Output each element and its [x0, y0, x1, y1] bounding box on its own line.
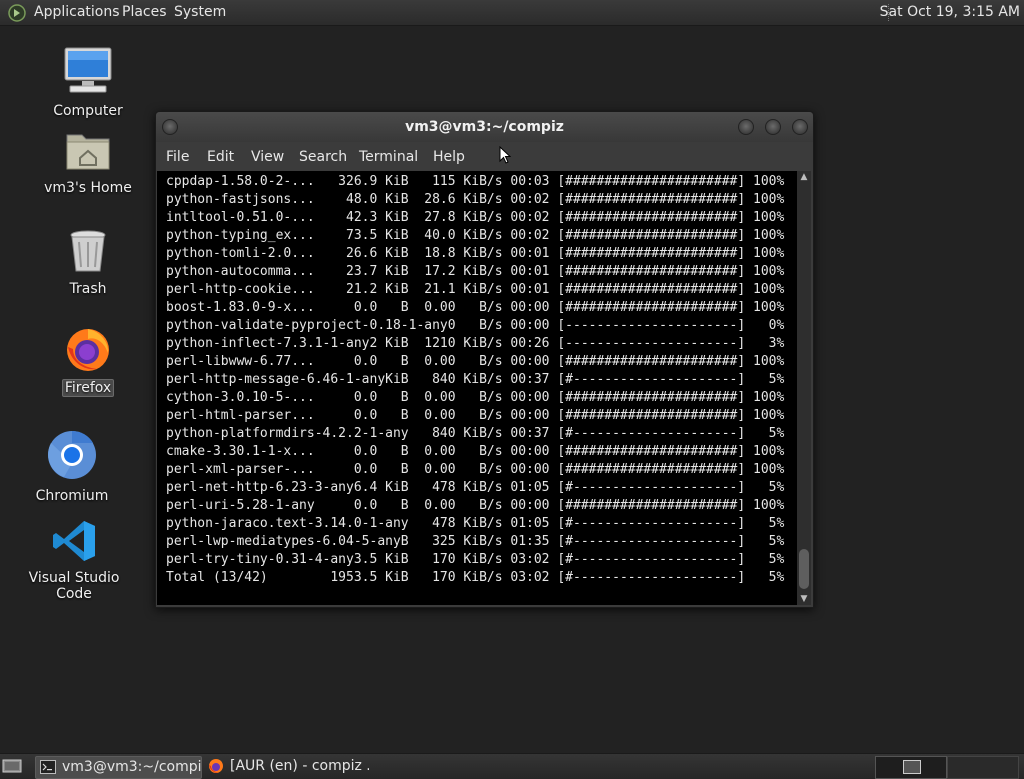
terminal-icon — [40, 760, 56, 774]
terminal-line: perl-try-tiny-0.31-4-any3.5 KiB 170 KiB/… — [166, 552, 785, 567]
terminal-line: python-validate-pyproject-0.18-1-any0 B/… — [166, 318, 785, 333]
terminal-line: boost-1.83.0-9-x... 0.0 B 0.00 B/s 00:00… — [166, 300, 785, 315]
close-button[interactable] — [792, 119, 808, 135]
applications-menu[interactable]: Applications — [34, 0, 120, 25]
distro-logo-icon[interactable] — [8, 4, 26, 22]
places-menu[interactable]: Places — [122, 0, 167, 25]
menu-help[interactable]: Help — [433, 142, 465, 172]
terminal-line: perl-net-http-6.23-3-any6.4 KiB 478 KiB/… — [166, 480, 785, 495]
workspace-switcher-1[interactable] — [875, 756, 947, 779]
desktop-icon-home[interactable]: vm3's Home — [33, 127, 143, 196]
terminal-line: perl-http-cookie... 21.2 KiB 21.1 KiB/s … — [166, 282, 785, 297]
terminal-output[interactable]: cppdap-1.58.0-2-... 326.9 KiB 115 KiB/s … — [157, 171, 797, 605]
terminal-line: python-platformdirs-4.2.2-1-any 840 KiB/… — [166, 426, 785, 441]
taskbar-item-firefox[interactable]: [AUR (en) - compiz ... — [204, 756, 369, 777]
taskbar-item-label: vm3@vm3:~/compiz — [62, 759, 202, 775]
window-titlebar[interactable]: vm3@vm3:~/compiz — [156, 112, 813, 142]
window-title: vm3@vm3:~/compiz — [405, 119, 564, 135]
chromium-icon — [48, 430, 96, 479]
desktop-icon-label: Firefox — [61, 379, 115, 397]
desktop-icon-computer[interactable]: Computer — [33, 44, 143, 119]
terminal-text: cppdap-1.58.0-2-... 326.9 KiB 115 KiB/s … — [166, 173, 784, 587]
terminal-line: perl-libwww-6.77... 0.0 B 0.00 B/s 00:00… — [166, 354, 785, 369]
terminal-line: perl-xml-parser-... 0.0 B 0.00 B/s 00:00… — [166, 462, 785, 477]
desktop-icon-label: Visual Studio Code — [28, 570, 120, 602]
terminal-line: perl-lwp-mediatypes-6.04-5-anyB 325 KiB/… — [166, 534, 785, 549]
desktop-icon-firefox[interactable]: Firefox — [33, 325, 143, 397]
desktop-icon-label: Computer — [53, 103, 123, 119]
clock[interactable]: Sat Oct 19, 3:15 AM — [880, 0, 1020, 25]
taskbar-item-terminal[interactable]: vm3@vm3:~/compiz — [35, 756, 202, 779]
desktop-icon-label: Trash — [69, 281, 107, 297]
terminal-line: cmake-3.30.1-1-x... 0.0 B 0.00 B/s 00:00… — [166, 444, 785, 459]
firefox-icon — [209, 759, 223, 773]
terminal-line: intltool-0.51.0-... 42.3 KiB 27.8 KiB/s … — [166, 210, 785, 225]
terminal-line: python-inflect-7.3.1-1-any2 KiB 1210 KiB… — [166, 336, 785, 351]
desktop-icon-label: vm3's Home — [44, 180, 132, 196]
trash-icon — [70, 230, 106, 272]
terminal-line: cppdap-1.58.0-2-... 326.9 KiB 115 KiB/s … — [166, 174, 785, 189]
desktop-icon-chromium[interactable]: Chromium — [17, 429, 127, 504]
show-desktop-icon[interactable] — [2, 758, 22, 774]
bottom-panel: vm3@vm3:~/compiz [AUR (en) - compiz ... — [0, 753, 1024, 779]
minimize-button[interactable] — [738, 119, 754, 135]
menu-edit[interactable]: Edit — [207, 142, 234, 172]
mouse-cursor-icon — [499, 146, 511, 164]
taskbar-item-label: [AUR (en) - compiz ... — [230, 758, 369, 774]
terminal-line: perl-html-parser... 0.0 B 0.00 B/s 00:00… — [166, 408, 785, 423]
system-menu[interactable]: System — [174, 0, 226, 25]
workspace-switcher-2[interactable] — [947, 756, 1019, 779]
terminal-line: Total (13/42) 1953.5 KiB 170 KiB/s 03:02… — [166, 570, 785, 585]
terminal-window[interactable]: vm3@vm3:~/compiz File Edit View Search T… — [155, 111, 814, 608]
desktop-icon-trash[interactable]: Trash — [33, 228, 143, 297]
scroll-up-arrow-icon[interactable]: ▲ — [797, 171, 811, 183]
menu-view[interactable]: View — [251, 142, 284, 172]
menu-search[interactable]: Search — [299, 142, 347, 172]
computer-icon — [64, 47, 112, 93]
terminal-menubar: File Edit View Search Terminal Help — [156, 142, 813, 170]
terminal-line: python-tomli-2.0... 26.6 KiB 18.8 KiB/s … — [166, 246, 785, 261]
terminal-line: perl-uri-5.28-1-any 0.0 B 0.00 B/s 00:00… — [166, 498, 785, 513]
terminal-line: python-autocomma... 23.7 KiB 17.2 KiB/s … — [166, 264, 785, 279]
top-panel: Applications Places System Sat Oct 19, 3… — [0, 0, 1024, 26]
desktop-icon-label: Chromium — [35, 488, 109, 504]
firefox-icon — [67, 329, 109, 371]
maximize-button[interactable] — [765, 119, 781, 135]
scroll-down-arrow-icon[interactable]: ▼ — [797, 593, 811, 605]
terminal-line: python-typing_ex... 73.5 KiB 40.0 KiB/s … — [166, 228, 785, 243]
terminal-line: python-fastjsons... 48.0 KiB 28.6 KiB/s … — [166, 192, 785, 207]
menu-file[interactable]: File — [166, 142, 189, 172]
scrollbar-thumb[interactable] — [799, 549, 809, 589]
terminal-line: python-jaraco.text-3.14.0-1-any 478 KiB/… — [166, 516, 785, 531]
workspace-window-thumbnail — [903, 760, 921, 774]
vscode-icon — [53, 521, 95, 561]
home-folder-icon — [66, 134, 110, 170]
terminal-scrollbar[interactable]: ▲ ▼ — [797, 171, 811, 605]
menu-terminal[interactable]: Terminal — [359, 142, 418, 172]
desktop-icon-vscode[interactable]: Visual Studio Code — [19, 518, 129, 602]
terminal-line: cython-3.0.10-5-... 0.0 B 0.00 B/s 00:00… — [166, 390, 785, 405]
terminal-line: perl-http-message-6.46-1-anyKiB 840 KiB/… — [166, 372, 785, 387]
